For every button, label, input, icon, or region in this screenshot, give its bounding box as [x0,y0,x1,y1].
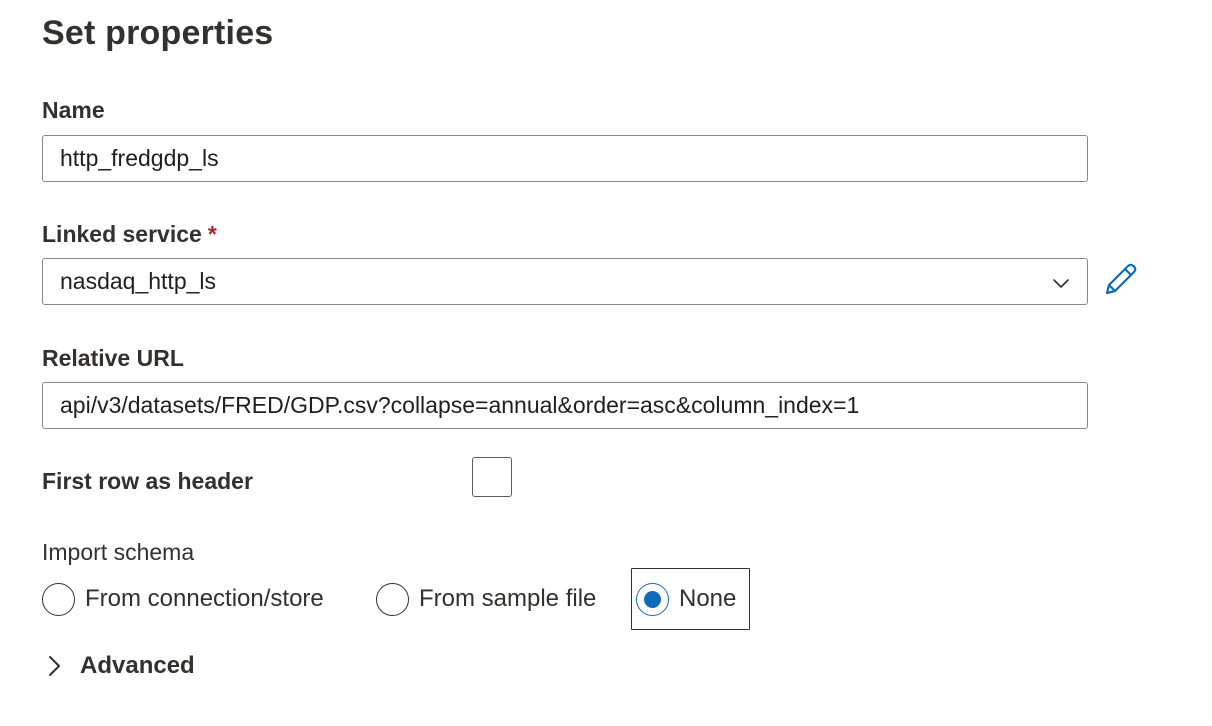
advanced-expander[interactable]: Advanced [46,652,195,680]
page-title: Set properties [42,14,274,52]
relative-url-input[interactable]: api/v3/datasets/FRED/GDP.csv?collapse=an… [42,382,1088,429]
first-row-header-checkbox[interactable] [472,457,512,497]
advanced-label: Advanced [80,652,195,679]
radio-label: From connection/store [85,585,324,612]
relative-url-label: Relative URL [42,345,184,371]
chevron-right-icon [49,656,60,676]
linked-service-label-text: Linked service [42,221,202,247]
required-asterisk: * [207,221,217,247]
radio-circle-unchecked [376,582,409,616]
radio-label: None [679,585,737,612]
name-label: Name [42,97,105,123]
radio-circle-checked [636,582,669,616]
radio-circle-unchecked [42,582,75,616]
radio-from-connection-store[interactable]: From connection/store [42,568,324,630]
first-row-header-label: First row as header [42,468,253,494]
relative-url-input-value: api/v3/datasets/FRED/GDP.csv?collapse=an… [60,392,860,418]
linked-service-label: Linked service * [42,221,217,248]
radio-label: From sample file [419,585,597,612]
linked-service-select[interactable]: nasdaq_http_ls [42,258,1088,305]
linked-service-selected-value: nasdaq_http_ls [60,268,217,294]
radio-from-sample-file[interactable]: From sample file [376,568,596,630]
import-schema-label: Import schema [42,539,195,565]
name-input[interactable]: http_fredgdp_ls [42,135,1088,182]
pencil-icon[interactable] [1101,260,1139,298]
chevron-down-icon [1053,279,1069,288]
import-schema-radio-group: From connection/store From sample file N… [42,568,762,630]
name-input-value: http_fredgdp_ls [60,145,219,171]
radio-none[interactable]: None [631,568,750,630]
